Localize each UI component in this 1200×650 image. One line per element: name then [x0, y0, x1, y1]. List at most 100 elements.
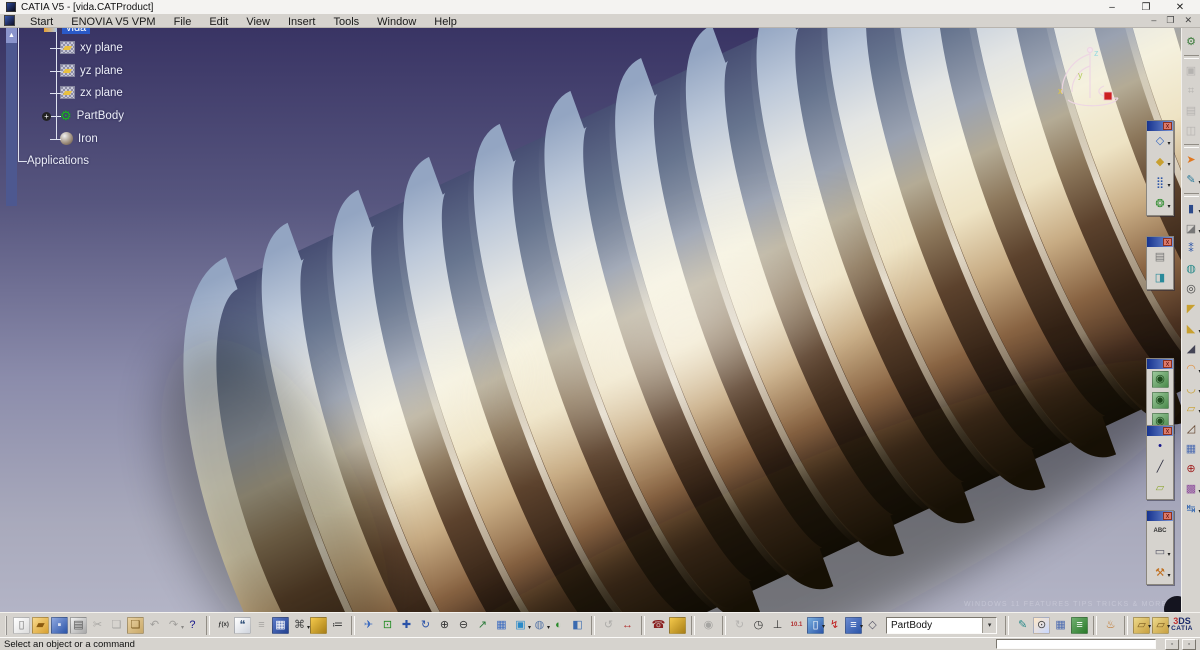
select-cursor-button[interactable]: ➤ [1183, 152, 1200, 169]
relations-button[interactable]: ≔ [329, 617, 346, 634]
text-abc-icon[interactable]: ABC [1152, 523, 1169, 540]
multi-view-button[interactable]: ▦ [493, 617, 510, 634]
sketch-tracer-button[interactable]: ✎ [1014, 617, 1031, 634]
mdi-control-1[interactable]: ❐ [1166, 15, 1174, 26]
redo-button[interactable]: ↷ ▾ [165, 617, 184, 634]
tree-item-label[interactable]: PartBody [77, 110, 124, 122]
menu-file[interactable]: File [165, 16, 201, 28]
pattern-button[interactable]: ▦ [1183, 441, 1200, 458]
power-input-field[interactable] [996, 639, 1156, 649]
iso-view-button[interactable]: ▣ ▾ [512, 617, 531, 634]
menu-view[interactable]: View [237, 16, 279, 28]
check-button[interactable]: ≡ [253, 617, 270, 634]
view-compass[interactable]: z y x [1052, 36, 1140, 124]
pad-button[interactable]: ▮ ▾ [1183, 201, 1200, 218]
disabled-tool-3[interactable]: ▤ [1183, 103, 1200, 120]
fit-all-in-button[interactable]: ⊡ [379, 617, 396, 634]
zoom-out-button[interactable]: ⊖ [455, 617, 472, 634]
tree-item-partbody[interactable]: ⚙ PartBody [60, 109, 124, 122]
pocket-button[interactable]: ◪ ▾ [1183, 221, 1200, 238]
measure-toolbar-titlebar[interactable]: x [1147, 121, 1173, 131]
undo-button[interactable]: ↶ [146, 617, 163, 634]
comment-button[interactable]: ❝ [233, 616, 251, 634]
status-button-1[interactable]: ▫ [1165, 638, 1179, 650]
plane-icon[interactable]: ▱ [1152, 480, 1169, 497]
disabled-tool-2[interactable]: ⌗ [1183, 83, 1200, 100]
grid-points-icon[interactable]: ⣿ ▾ [1152, 175, 1171, 192]
machine-icon[interactable]: ▤ [1152, 249, 1169, 266]
close-icon[interactable]: x [1163, 122, 1172, 130]
zoom-in-button[interactable]: ⊕ [436, 617, 453, 634]
toolbar-grip[interactable] [5, 615, 8, 635]
transform-button[interactable]: ↹ ▾ [1183, 501, 1200, 518]
tree-item-label[interactable]: xy plane [80, 42, 123, 54]
lock-button[interactable] [309, 616, 327, 634]
tree-root-label[interactable]: vida [62, 28, 91, 34]
axis-system-button[interactable]: ⊥ [769, 617, 786, 634]
copy-button[interactable]: ❏ [108, 617, 125, 634]
tree-item-zx-plane[interactable]: zx plane [60, 86, 123, 99]
tree-item-label[interactable]: yz plane [80, 65, 123, 77]
render-style-button[interactable]: ◍ ▾ [531, 617, 550, 634]
menu-window[interactable]: Window [368, 16, 425, 28]
chevron-down-icon[interactable]: ▾ [982, 617, 997, 633]
mdi-control-0[interactable]: – [1151, 15, 1156, 26]
flag-note-icon[interactable]: ▭ ▾ [1152, 544, 1171, 561]
paste-button[interactable]: ❏ [126, 616, 144, 634]
render-toolbar-titlebar[interactable]: x [1147, 359, 1173, 369]
update-button[interactable]: ↯ [826, 617, 843, 634]
stretch-view-button[interactable]: ↔ [619, 617, 636, 634]
print-button[interactable]: ▤ [69, 616, 87, 634]
knowledge-card-button[interactable]: ▱ ▾ [1133, 616, 1151, 634]
camera-button[interactable]: ◉ [700, 617, 717, 634]
options-gear-icon[interactable]: ⚙ [1183, 34, 1200, 51]
close-icon[interactable]: x [1163, 238, 1172, 246]
boolean-button[interactable]: ▩ ▾ [1183, 481, 1200, 498]
gauge-button[interactable]: ◷ [750, 617, 767, 634]
groove-button[interactable]: ◎ [1183, 281, 1200, 298]
multi-pad-button[interactable]: ⁑ [1183, 241, 1200, 258]
hide-show-button[interactable]: ◐ [550, 617, 567, 634]
mdi-control-2[interactable]: ✕ [1184, 15, 1192, 26]
update-all-button[interactable]: ↻ [731, 617, 748, 634]
restore-button[interactable]: ❐ [1140, 2, 1152, 13]
camera-green-2-icon[interactable]: ◉ [1151, 392, 1169, 409]
knowledge-card2-button[interactable]: ▱ ▾ [1152, 616, 1170, 634]
axis-target-button[interactable]: ⊕ [1183, 461, 1200, 478]
body-stack-button[interactable]: ≡ ▾ [844, 616, 863, 634]
nc-box-icon[interactable]: ◨ [1152, 270, 1169, 287]
status-button-2[interactable]: ▫ [1182, 638, 1196, 650]
menu-tools[interactable]: Tools [324, 16, 368, 28]
telephone-button[interactable]: ☎ [650, 617, 667, 634]
normal-view-button[interactable]: ↗ [474, 617, 491, 634]
layers-button[interactable]: ≡ [1071, 616, 1089, 634]
3d-viewport[interactable]: ▲ xy plane yz plane zx plane ⚙ PartBody Iron … [0, 28, 1181, 612]
open-button[interactable]: ▰ [31, 616, 49, 634]
magnifier-button[interactable]: ⊙ [1033, 616, 1051, 634]
tree-item-label[interactable]: Iron [78, 133, 98, 145]
mean-dimensions-button[interactable]: 10.1 [788, 617, 805, 634]
tree-item-xy-plane[interactable]: xy plane [60, 41, 123, 54]
save-button[interactable]: ▪ [50, 616, 68, 634]
lock-part-button[interactable] [668, 616, 686, 634]
design-table-button[interactable]: ▦ [271, 616, 289, 634]
sketcher-button[interactable]: ✎ ▾ [1183, 172, 1200, 189]
line-icon[interactable]: ╱ [1152, 459, 1169, 476]
tree-item-iron[interactable]: Iron [60, 132, 98, 145]
stiffener-button[interactable]: ◢ [1183, 341, 1200, 358]
close-icon[interactable]: x [1163, 427, 1172, 435]
inertia-icon[interactable]: ❂ ▾ [1152, 196, 1170, 213]
annotation-toolbar-titlebar[interactable]: x [1147, 511, 1173, 521]
knowledge-button[interactable]: ⌘ ▾ [291, 617, 310, 634]
menu-help[interactable]: Help [425, 16, 466, 28]
scroll-up-icon[interactable]: ▲ [6, 28, 17, 43]
apply-material-button[interactable]: ◇ [864, 617, 881, 634]
tree-item-yz-plane[interactable]: yz plane [60, 64, 123, 77]
shaft-button[interactable]: ◍ [1183, 261, 1200, 278]
pan-button[interactable]: ✚ [398, 617, 415, 634]
menu-enovia-v5-vpm[interactable]: ENOVIA V5 VPM [62, 16, 164, 28]
fillet-button[interactable]: ◠ ▾ [1183, 361, 1200, 378]
only-current-body-button[interactable]: ▯ ▾ [806, 616, 825, 634]
oven-material-button[interactable]: ♨ [1102, 617, 1119, 634]
close-icon[interactable]: x [1163, 360, 1172, 368]
